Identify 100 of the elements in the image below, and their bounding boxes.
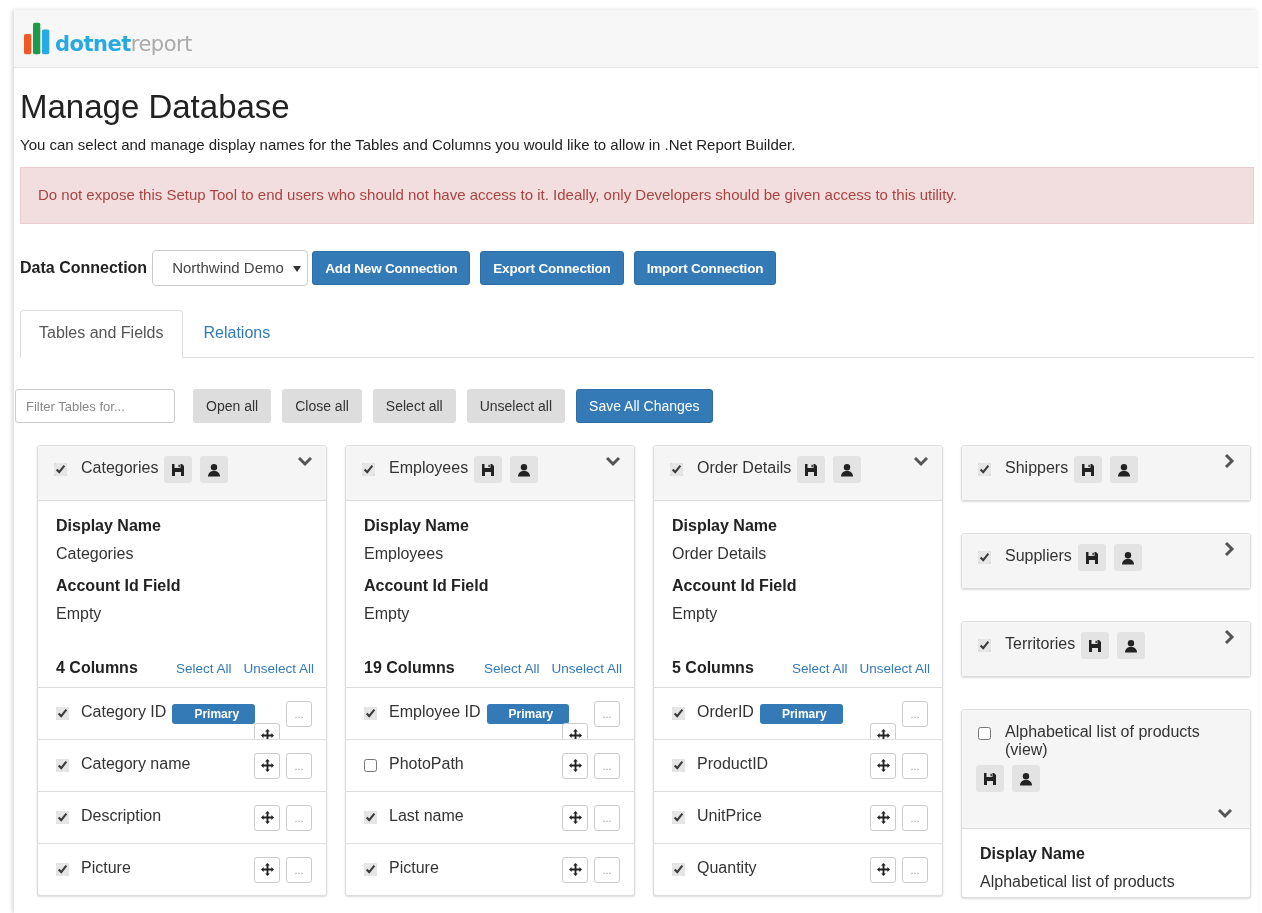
chevron-right-icon[interactable] bbox=[1222, 454, 1236, 468]
table-checkbox[interactable] bbox=[670, 463, 683, 476]
chevron-down-icon[interactable] bbox=[914, 454, 928, 468]
unselect-all-link[interactable]: Unselect All bbox=[243, 661, 314, 676]
move-button[interactable] bbox=[254, 856, 280, 883]
field-checkbox[interactable] bbox=[56, 811, 69, 824]
table-checkbox[interactable] bbox=[362, 463, 375, 476]
connection-dropdown[interactable]: Northwind Demo bbox=[152, 250, 309, 286]
user-button[interactable] bbox=[833, 456, 862, 483]
user-button[interactable] bbox=[1012, 765, 1040, 792]
tab[interactable]: Tables and Fields bbox=[20, 310, 183, 358]
save-button[interactable] bbox=[1074, 456, 1103, 483]
more-options-button[interactable]: ... bbox=[594, 700, 620, 727]
user-icon bbox=[1117, 462, 1132, 477]
user-button[interactable] bbox=[200, 456, 229, 483]
more-options-button[interactable]: ... bbox=[594, 856, 620, 883]
more-options-button[interactable]: ... bbox=[594, 752, 620, 779]
move-arrows-icon bbox=[876, 811, 890, 824]
field-checkbox[interactable] bbox=[672, 759, 685, 772]
more-options-button[interactable]: ... bbox=[594, 804, 620, 831]
connection-button[interactable]: Export Connection bbox=[480, 251, 624, 285]
select-all-link[interactable]: Select All bbox=[483, 661, 540, 676]
field-checkbox[interactable] bbox=[364, 863, 377, 876]
more-options-button[interactable]: ... bbox=[286, 856, 312, 883]
move-button[interactable] bbox=[562, 856, 588, 883]
user-button[interactable] bbox=[1113, 544, 1142, 571]
bar-chart-logo-icon bbox=[24, 22, 51, 55]
field-name: Quantity bbox=[697, 858, 757, 877]
column-count: 5 Columns bbox=[672, 659, 754, 677]
connection-button[interactable]: Import Connection bbox=[633, 251, 777, 285]
toolbar-button[interactable]: Save All Changes bbox=[576, 389, 713, 423]
chevron-down-icon[interactable] bbox=[606, 454, 620, 468]
filter-tables-field[interactable]: Filter Tables for... bbox=[15, 389, 175, 423]
chevron-right-icon[interactable] bbox=[1222, 630, 1236, 644]
save-button[interactable] bbox=[474, 456, 503, 483]
field-checkbox[interactable] bbox=[672, 863, 685, 876]
column-count: 19 Columns bbox=[364, 659, 455, 677]
more-options-button[interactable]: ... bbox=[902, 856, 928, 883]
table-checkbox[interactable] bbox=[978, 639, 991, 652]
select-all-link[interactable]: Select All bbox=[175, 661, 232, 676]
table-checkbox[interactable] bbox=[978, 551, 991, 564]
save-button[interactable] bbox=[1077, 544, 1106, 571]
move-button[interactable] bbox=[870, 804, 896, 831]
table-name: Alphabetical list of products (view) bbox=[1005, 723, 1201, 759]
user-icon bbox=[840, 462, 855, 477]
tab[interactable]: Relations bbox=[184, 310, 290, 358]
unselect-all-link[interactable]: Unselect All bbox=[859, 661, 930, 676]
move-arrows-icon bbox=[876, 729, 890, 739]
user-button[interactable] bbox=[1110, 456, 1139, 483]
field-checkbox[interactable] bbox=[56, 707, 69, 720]
field-checkbox[interactable] bbox=[672, 707, 685, 720]
warning-alert: Do not expose this Setup Tool to end users who should not have access to it. Ideally, only Developers should be given access to this utility. bbox=[20, 167, 1254, 224]
primary-key-badge: Primary bbox=[172, 703, 256, 724]
field-checkbox[interactable] bbox=[672, 811, 685, 824]
move-arrows-icon bbox=[260, 811, 274, 824]
table-name: Shippers bbox=[1005, 459, 1069, 477]
user-icon bbox=[1019, 771, 1033, 786]
move-button[interactable] bbox=[562, 804, 588, 831]
user-button[interactable] bbox=[510, 456, 539, 483]
more-options-button[interactable]: ... bbox=[902, 804, 928, 831]
save-button[interactable] bbox=[797, 456, 826, 483]
account-id-label: Account Id Field bbox=[672, 577, 798, 595]
field-checkbox[interactable] bbox=[364, 811, 377, 824]
chevron-right-icon[interactable] bbox=[1222, 542, 1236, 556]
toolbar-button[interactable]: Select all bbox=[372, 389, 456, 423]
table-checkbox[interactable] bbox=[978, 463, 991, 476]
user-icon bbox=[517, 462, 532, 477]
save-button[interactable] bbox=[976, 765, 1004, 792]
field-checkbox[interactable] bbox=[364, 759, 377, 772]
field-checkbox[interactable] bbox=[364, 707, 377, 720]
move-button[interactable] bbox=[254, 804, 280, 831]
chevron-down-icon[interactable] bbox=[298, 454, 312, 468]
save-button[interactable] bbox=[164, 456, 193, 483]
more-options-button[interactable]: ... bbox=[902, 700, 928, 727]
toolbar-button[interactable]: Open all bbox=[193, 389, 272, 423]
move-button[interactable] bbox=[870, 856, 896, 883]
move-button[interactable] bbox=[562, 752, 588, 779]
toolbar-button[interactable]: Close all bbox=[282, 389, 362, 423]
more-options-button[interactable]: ... bbox=[902, 752, 928, 779]
more-options-button[interactable]: ... bbox=[286, 752, 312, 779]
column-count: 4 Columns bbox=[56, 659, 138, 677]
select-all-link[interactable]: Select All bbox=[791, 661, 848, 676]
more-options-button[interactable]: ... bbox=[286, 700, 312, 727]
toolbar-button[interactable]: Unselect all bbox=[466, 389, 566, 423]
user-button[interactable] bbox=[1117, 632, 1146, 659]
connection-button[interactable]: Add New Connection bbox=[312, 251, 471, 285]
field-name: PhotoPath bbox=[389, 754, 464, 773]
field-checkbox[interactable] bbox=[56, 863, 69, 876]
field-checkbox[interactable] bbox=[56, 759, 69, 772]
move-arrows-icon bbox=[568, 863, 582, 876]
table-checkbox[interactable] bbox=[54, 463, 67, 476]
table-checkbox[interactable] bbox=[978, 727, 991, 740]
save-button[interactable] bbox=[1081, 632, 1110, 659]
more-options-button[interactable]: ... bbox=[286, 804, 312, 831]
move-button[interactable] bbox=[870, 752, 896, 779]
move-button[interactable] bbox=[254, 752, 280, 779]
unselect-all-link[interactable]: Unselect All bbox=[551, 661, 622, 676]
chevron-down-icon[interactable] bbox=[1218, 806, 1232, 820]
page-title: Manage Database bbox=[20, 88, 291, 126]
user-icon bbox=[1120, 550, 1135, 565]
